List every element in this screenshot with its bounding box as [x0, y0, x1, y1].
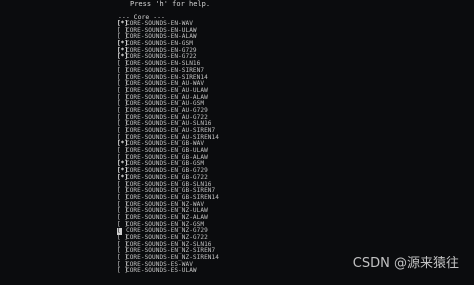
watermark: CSDN @源来猿往 [352, 256, 459, 271]
help-hint: Press 'h' for help. [130, 0, 211, 8]
package-row[interactable]: [ ] CORE-SOUNDS-ES-ULAW [117, 268, 219, 275]
package-list: [*] CORE-SOUNDS-EN-WAV[ ] CORE-SOUNDS-EN-U… [117, 20, 219, 275]
terminal-window: Press 'h' for help. --- Core --- [*] CORE… [0, 0, 474, 285]
package-checkbox[interactable]: [ ] [117, 268, 128, 275]
package-name: CORE-SOUNDS-ES-ULAW [126, 267, 197, 275]
